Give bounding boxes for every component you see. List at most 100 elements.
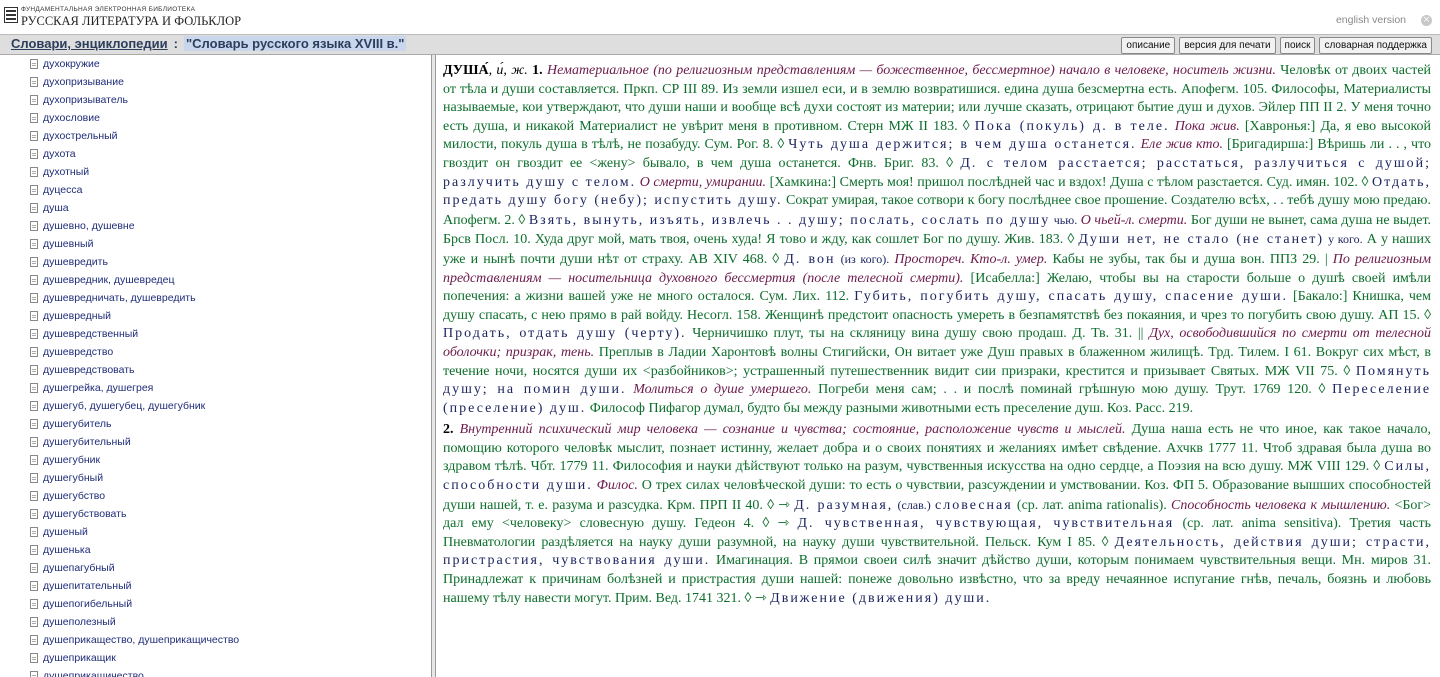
phrase: Д. вон [784, 251, 836, 267]
word-list-item[interactable]: душевредный [30, 307, 239, 325]
gloss: у кого. [1328, 232, 1363, 247]
definition: Простореч. Кто-л. умер. [894, 251, 1048, 267]
word-label: духокружие [43, 58, 100, 70]
phrase: словесная [935, 497, 1013, 513]
word-label: душегрейка, душегрея [43, 382, 154, 394]
word-label: духословие [43, 112, 100, 124]
word-label: душеполезный [43, 616, 116, 628]
word-list-item[interactable]: душегубствовать [30, 505, 239, 523]
top-bar: ФУНДАМЕНТАЛЬНАЯ ЭЛЕКТРОННАЯ БИБЛИОТЕКА Р… [0, 0, 1440, 34]
library-logo[interactable]: ФУНДАМЕНТАЛЬНАЯ ЭЛЕКТРОННАЯ БИБЛИОТЕКА Р… [4, 6, 242, 28]
word-list-item[interactable]: душеприкащичество [30, 667, 239, 677]
dictionary-support-button[interactable]: словарная поддержка [1319, 37, 1432, 54]
document-icon [30, 635, 38, 645]
definition: Молиться о душе умершего. [633, 382, 812, 398]
definition: Нематериальное (по религиозным представл… [547, 63, 1276, 78]
document-icon [30, 473, 38, 483]
document-icon [30, 581, 38, 591]
word-label: духотный [43, 166, 90, 178]
word-list-item[interactable]: душегубник [30, 451, 239, 469]
document-icon [30, 401, 38, 411]
word-list-item[interactable]: душевредничать, душевредить [30, 289, 239, 307]
word-list-item[interactable]: душевредственный [30, 325, 239, 343]
word-list-item[interactable]: душенька [30, 541, 239, 559]
citation-text: Черничишко плут, ты на скляницу вина душ… [692, 326, 1144, 342]
word-label: душевредничать, душевредить [43, 292, 196, 304]
word-list-item[interactable]: душегубительный [30, 433, 239, 451]
word-label: душегубитель [43, 418, 112, 430]
breadcrumb-section-link[interactable]: Словари, энциклопедии [11, 36, 168, 51]
logo-title: РУССКАЯ ЛИТЕРАТУРА И ФОЛЬКЛОР [21, 13, 242, 28]
word-label: душевно, душевне [43, 220, 135, 232]
word-label: душевредный [43, 310, 112, 322]
phrase: Д. чувственная, чувствующая, чувствитель… [797, 516, 1175, 532]
word-list-item[interactable]: душегубитель [30, 415, 239, 433]
document-icon [30, 131, 38, 141]
document-icon [30, 95, 38, 105]
close-icon[interactable]: × [1421, 15, 1432, 26]
word-list-item[interactable]: душегубный [30, 469, 239, 487]
word-list-item[interactable]: душевредник, душевредец [30, 271, 239, 289]
document-icon [30, 59, 38, 69]
document-icon [30, 455, 38, 465]
word-list-item[interactable]: душепагубный [30, 559, 239, 577]
search-button[interactable]: поиск [1279, 37, 1316, 54]
book-icon [4, 7, 18, 23]
phrase: Губить, погубить душу, спасать душу, спа… [854, 289, 1288, 305]
document-icon [30, 239, 38, 249]
document-icon [30, 365, 38, 375]
word-list-item[interactable]: душевный [30, 235, 239, 253]
word-list-item[interactable]: душегубство [30, 487, 239, 505]
word-list-item[interactable]: душепогибельный [30, 595, 239, 613]
citation-text: Кабы не зубы, так бы и душа вон. ППЗ 29.… [1052, 251, 1328, 267]
english-version-link[interactable]: english version [1336, 14, 1406, 26]
document-icon [30, 113, 38, 123]
definition: Еле жив кто. [1140, 137, 1223, 153]
word-list-item[interactable]: душевредство [30, 343, 239, 361]
document-icon [30, 185, 38, 195]
document-icon [30, 221, 38, 231]
breadcrumb: Словари, энциклопедии: "Словарь русского … [11, 36, 407, 51]
word-list-item[interactable]: духопризыватель [30, 91, 239, 109]
word-list-item[interactable]: душегуб, душегубец, душегубник [30, 397, 239, 415]
citation-text: Философ Пифагор думал, будто бы между ра… [589, 400, 1194, 416]
word-index-sidebar[interactable]: духокружие духопризывание духопризыватель д… [0, 55, 431, 677]
document-icon [30, 383, 38, 393]
word-list-item[interactable]: душевредить [30, 253, 239, 271]
word-list-item[interactable]: дуцесса [30, 181, 239, 199]
print-version-button[interactable]: версия для печати [1179, 37, 1276, 54]
definition: Способность человека к мышлению. [1171, 497, 1391, 513]
word-list-item[interactable]: душеприкащик [30, 649, 239, 667]
word-list-item[interactable]: духокружие [30, 55, 239, 73]
document-icon [30, 77, 38, 87]
citation-text: Погреби меня сам; . . и послѣ поминай гр… [818, 382, 1326, 398]
description-button[interactable]: описание [1121, 37, 1176, 54]
definition: Внутренний психический мир человека — со… [459, 422, 1126, 438]
breadcrumb-current: "Словарь русского языка XVIII в." [184, 36, 407, 51]
pane-splitter[interactable] [431, 55, 436, 677]
word-label: духота [43, 148, 76, 160]
document-icon [30, 671, 38, 677]
word-list-item[interactable]: душевредствовать [30, 361, 239, 379]
word-list-item[interactable]: душеполезный [30, 613, 239, 631]
phrase: Души нет, не стало (не станет) [1078, 232, 1325, 248]
word-list-item[interactable]: душеный [30, 523, 239, 541]
word-list-item[interactable]: духопризывание [30, 73, 239, 91]
word-list-item[interactable]: душеприкащество, душеприкащичество [30, 631, 239, 649]
word-list: духокружие духопризывание духопризыватель д… [30, 55, 239, 677]
word-list-item[interactable]: духострельный [30, 127, 239, 145]
word-list-item[interactable]: духота [30, 145, 239, 163]
word-list-item[interactable]: духотный [30, 163, 239, 181]
word-list-item[interactable]: душегрейка, душегрея [30, 379, 239, 397]
dictionary-entry: ДУША́, и́, ж. 1. Нематериальное (по рели… [443, 62, 1431, 677]
document-icon [30, 617, 38, 627]
word-label: духопризывание [43, 76, 124, 88]
word-label: душевредствовать [43, 364, 135, 376]
word-list-item[interactable]: душевно, душевне [30, 217, 239, 235]
document-icon [30, 293, 38, 303]
word-label: душеный [43, 526, 88, 538]
word-list-item[interactable]: духословие [30, 109, 239, 127]
word-list-item[interactable]: душепитательный [30, 577, 239, 595]
word-list-item[interactable]: душа [30, 199, 239, 217]
word-label: духострельный [43, 130, 118, 142]
